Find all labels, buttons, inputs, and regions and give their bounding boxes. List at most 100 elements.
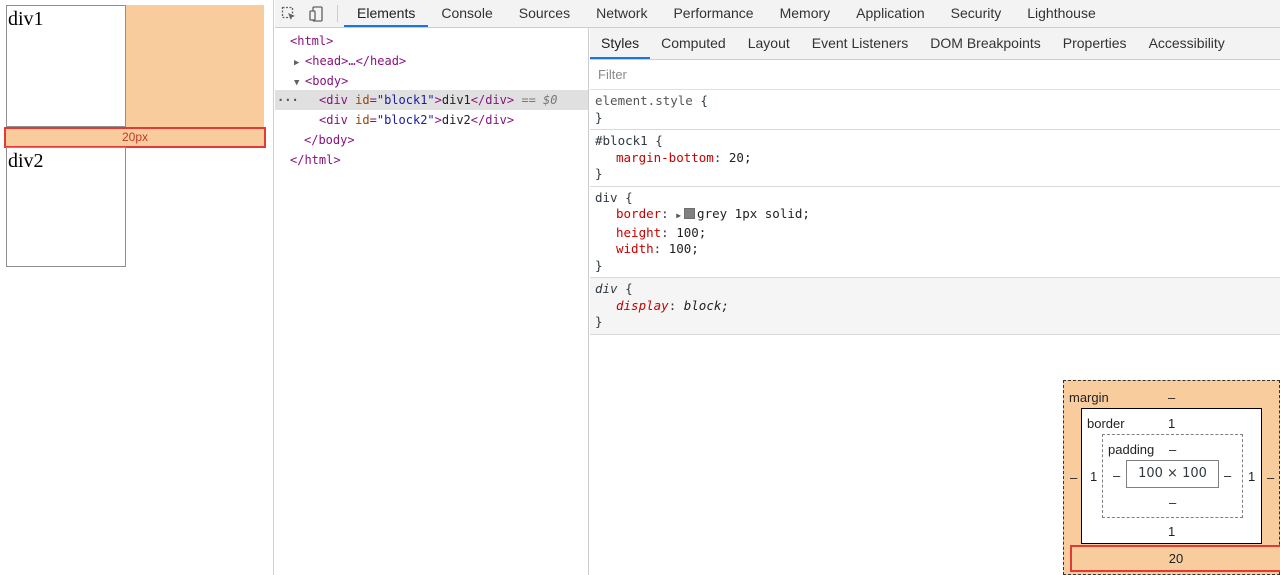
div2-attr-value: "block2": [376, 113, 435, 127]
block1-text: div1: [8, 8, 44, 30]
tab-network[interactable]: Network: [583, 0, 660, 27]
rule-block1[interactable]: #block1 { margin-bottom: 20; }: [590, 130, 1280, 187]
rule-user-agent-div[interactable]: div { display: block; }: [590, 278, 1280, 335]
property-value[interactable]: 100;: [676, 225, 706, 240]
padding-left-value[interactable]: –: [1113, 468, 1120, 483]
body-open-tag: <body>: [305, 74, 349, 88]
margin-right-value[interactable]: –: [1267, 470, 1274, 485]
dom-tree: <html> ▶ <head>…</head> ▼ <body> ··· <div …: [275, 28, 589, 575]
page-preview: div1 20px div2: [0, 0, 274, 575]
tab-elements[interactable]: Elements: [344, 0, 429, 27]
device-toolbar-icon[interactable]: [303, 0, 331, 27]
box-model-padding[interactable]: padding – – – – 100 × 100: [1102, 434, 1243, 518]
box-model-diagram: margin – – – border 1 1 1 1 padding – – …: [1063, 380, 1280, 575]
dom-html-close[interactable]: </html>: [290, 150, 341, 170]
gap-label: 20px: [121, 130, 149, 144]
property-value: block;: [683, 297, 729, 313]
block1-box[interactable]: div1: [6, 5, 126, 127]
property-name[interactable]: height: [616, 225, 661, 240]
filter-placeholder: Filter: [598, 67, 627, 82]
border-label: border: [1087, 416, 1125, 431]
subtab-accessibility[interactable]: Accessibility: [1138, 28, 1236, 59]
tab-performance[interactable]: Performance: [660, 0, 766, 27]
div2-attr-name: id: [355, 113, 370, 127]
tab-console[interactable]: Console: [428, 0, 505, 27]
expand-arrow-icon[interactable]: ▶: [294, 53, 305, 73]
property-value[interactable]: 100;: [669, 241, 699, 256]
devtools-panel: Elements Console Sources Network Performance…: [275, 0, 1280, 575]
declaration-border[interactable]: border: ▶ grey 1px solid;: [595, 206, 1280, 225]
box-model-border[interactable]: border 1 1 1 1 padding – – – – 100 × 100: [1081, 408, 1262, 544]
subtab-layout[interactable]: Layout: [737, 28, 801, 59]
margin-left-value[interactable]: –: [1070, 470, 1077, 485]
subtab-properties[interactable]: Properties: [1052, 28, 1138, 59]
rule-div[interactable]: div { border: ▶ grey 1px solid; height: 1…: [590, 187, 1280, 278]
property-name[interactable]: width: [616, 241, 654, 256]
declaration-width[interactable]: width: 100;: [595, 241, 1280, 258]
dom-body-open[interactable]: ▼ <body>: [294, 71, 348, 91]
more-options-icon[interactable]: ···: [277, 90, 299, 110]
property-name[interactable]: margin-bottom: [616, 150, 714, 165]
selected-node-indicator: == $0: [521, 93, 558, 107]
rule-element-style[interactable]: element.style { }: [590, 90, 1280, 130]
subtab-styles[interactable]: Styles: [590, 28, 651, 59]
toolbar-divider: [337, 5, 338, 22]
border-bottom-value[interactable]: 1: [1168, 524, 1175, 539]
subtab-dom-breakpoints[interactable]: DOM Breakpoints: [919, 28, 1051, 59]
content-size[interactable]: 100 × 100: [1138, 466, 1207, 481]
margin-highlight: [126, 5, 264, 127]
dom-body-close[interactable]: </body>: [304, 130, 355, 150]
sidebar-subtabs: Styles Computed Layout Event Listeners DOM B…: [590, 28, 1280, 60]
color-swatch-icon[interactable]: [684, 208, 696, 219]
html-open-tag: <html>: [290, 34, 334, 48]
border-right-value[interactable]: 1: [1248, 469, 1255, 484]
inspect-element-icon[interactable]: [275, 0, 303, 27]
margin-bottom-value[interactable]: 20: [1169, 551, 1183, 566]
tab-security[interactable]: Security: [938, 0, 1015, 27]
declaration-height[interactable]: height: 100;: [595, 225, 1280, 242]
property-value[interactable]: grey 1px solid;: [697, 206, 810, 221]
tab-sources[interactable]: Sources: [506, 0, 583, 27]
margin-gap-annotation: 20px: [4, 127, 266, 148]
block2-box[interactable]: div2: [6, 147, 126, 267]
styles-filter-input[interactable]: Filter: [590, 60, 1280, 90]
margin-label: margin: [1069, 390, 1109, 405]
property-value[interactable]: 20;: [729, 150, 752, 165]
expand-shorthand-icon[interactable]: ▶: [676, 211, 681, 220]
padding-right-value[interactable]: –: [1224, 468, 1231, 483]
box-model-margin[interactable]: margin – – – border 1 1 1 1 padding – – …: [1063, 380, 1280, 575]
padding-bottom-value[interactable]: –: [1169, 495, 1176, 510]
html-close-tag: </html>: [290, 153, 341, 167]
border-top-value[interactable]: 1: [1168, 416, 1175, 431]
tab-memory[interactable]: Memory: [767, 0, 844, 27]
subtab-computed[interactable]: Computed: [650, 28, 737, 59]
div2-text: div2: [441, 113, 471, 127]
subtab-event-listeners[interactable]: Event Listeners: [801, 28, 920, 59]
padding-top-value[interactable]: –: [1169, 442, 1176, 457]
rule-selector: element.style: [595, 93, 693, 108]
div2-tag-name: div: [326, 113, 348, 127]
devtools-toolbar: Elements Console Sources Network Performance…: [275, 0, 1280, 28]
div1-text: div1: [441, 93, 471, 107]
margin-bottom-annotation: 20: [1070, 545, 1280, 572]
padding-label: padding: [1108, 442, 1155, 457]
rule-selector: #block1: [595, 133, 648, 148]
box-model-content[interactable]: 100 × 100: [1126, 460, 1219, 488]
div1-attr-name: id: [355, 93, 370, 107]
div1-attr-value: "block1": [376, 93, 435, 107]
dom-head[interactable]: ▶ <head>…</head>: [294, 51, 406, 71]
tab-application[interactable]: Application: [843, 0, 938, 27]
div1-tag-name: div: [326, 93, 348, 107]
tab-lighthouse[interactable]: Lighthouse: [1014, 0, 1109, 27]
margin-top-value[interactable]: –: [1168, 390, 1175, 405]
styles-pane: Styles Computed Layout Event Listeners DOM B…: [590, 28, 1280, 575]
dom-div1-selected[interactable]: ··· <div id="block1">div1</div> == $0: [275, 90, 588, 110]
property-name[interactable]: border: [616, 206, 661, 221]
dom-div2[interactable]: <div id="block2">div2</div>: [319, 110, 514, 130]
dom-html-open[interactable]: <html>: [290, 31, 333, 51]
border-left-value[interactable]: 1: [1090, 469, 1097, 484]
property-name: display: [616, 297, 669, 313]
declaration-margin-bottom[interactable]: margin-bottom: 20;: [595, 150, 1280, 167]
head-tag: <head>…</head>: [305, 54, 407, 68]
block2-text: div2: [8, 150, 44, 172]
